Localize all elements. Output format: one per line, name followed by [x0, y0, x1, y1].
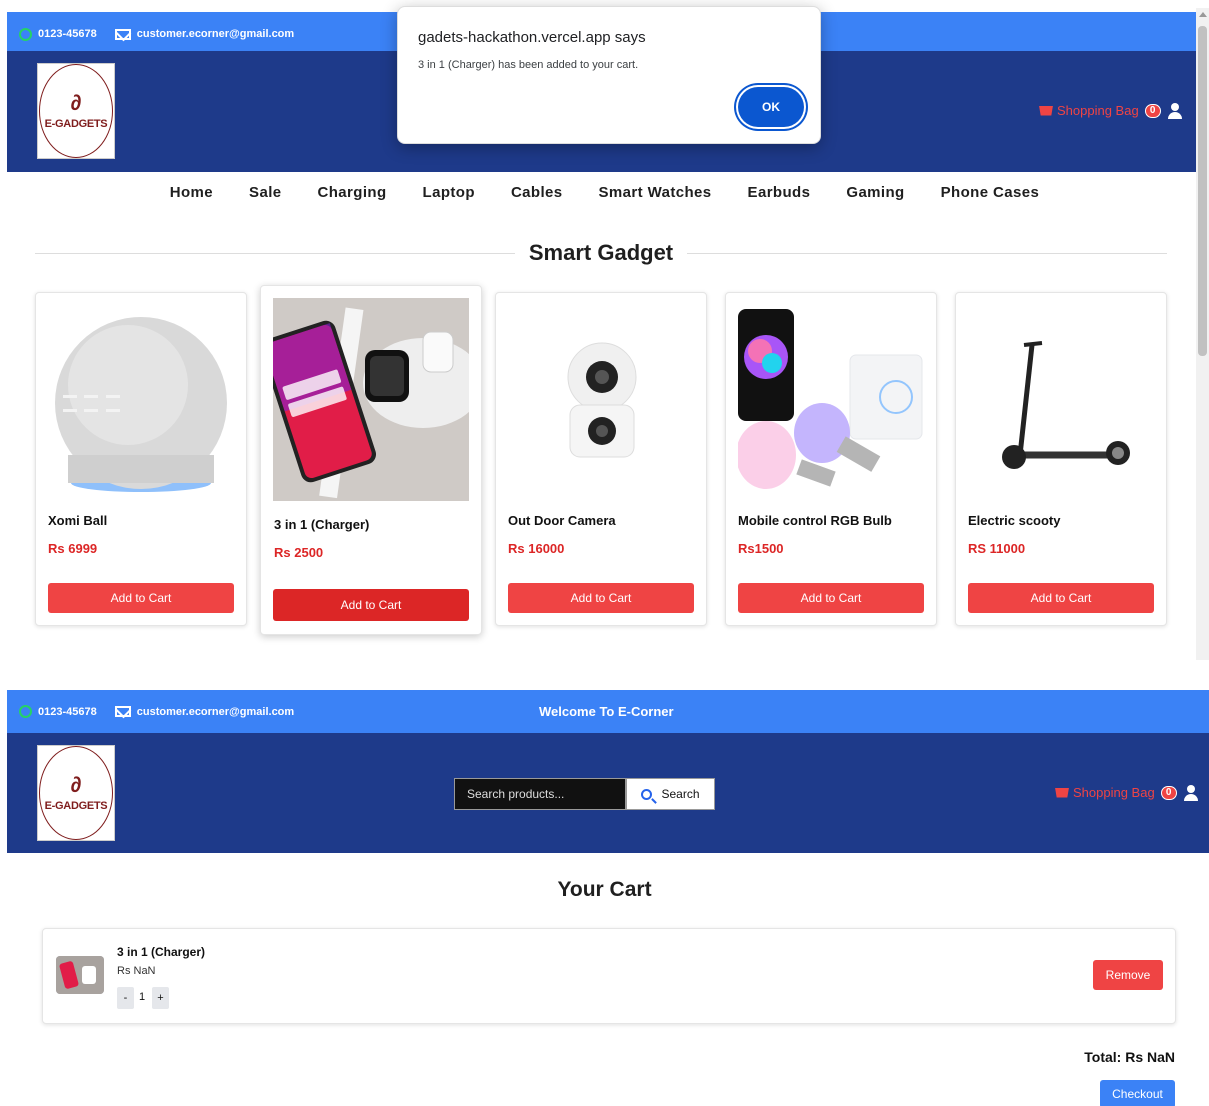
- product-image-camera[interactable]: [508, 305, 695, 500]
- product-price: Rs1500: [738, 541, 784, 556]
- nav-gaming[interactable]: Gaming: [846, 184, 904, 201]
- product-name[interactable]: 3 in 1 (Charger): [274, 517, 369, 532]
- dialog-message: 3 in 1 (Charger) has been added to your …: [418, 59, 639, 71]
- contact-phone: 0123-45678: [19, 705, 115, 718]
- product-card[interactable]: Mobile control RGB Bulb Rs1500 Add to Ca…: [725, 292, 937, 626]
- camera-illustration: [567, 342, 637, 458]
- nav-earbuds[interactable]: Earbuds: [748, 184, 811, 201]
- qty-decrease-button[interactable]: -: [117, 987, 134, 1009]
- logo-mark-icon: ∂: [70, 772, 82, 797]
- cart-item-thumbnail: [56, 956, 104, 994]
- scooter-illustration: [1002, 341, 1130, 469]
- divider: [35, 252, 515, 254]
- mail-icon: [114, 28, 131, 40]
- cart-item-name: 3 in 1 (Charger): [117, 945, 206, 959]
- shopping-bag-link[interactable]: Shopping Bag 0: [1039, 103, 1161, 118]
- cart-icon: [1055, 787, 1069, 798]
- top-contact-bar: 0123-45678 customer.ecorner@gmail.com We…: [7, 690, 1209, 733]
- cart-title: Your Cart: [557, 878, 652, 901]
- nav-phone-cases[interactable]: Phone Cases: [941, 184, 1040, 201]
- qty-value: 1: [139, 991, 146, 1003]
- contact-email: customer.ecorner@gmail.com: [114, 706, 312, 718]
- search-button[interactable]: Search: [626, 778, 715, 810]
- search-icon: [641, 788, 653, 800]
- product-page-screenshot: 0123-45678 customer.ecorner@gmail.com ∂ …: [0, 0, 1209, 660]
- rgb-bulb-illustration: [738, 309, 923, 489]
- product-price: Rs 6999: [48, 541, 98, 556]
- cart-item-price: Rs NaN: [117, 965, 156, 977]
- bag-count-badge: 0: [1144, 103, 1161, 118]
- contact-phone: 0123-45678: [19, 27, 115, 41]
- checkout-button[interactable]: Checkout: [1100, 1080, 1175, 1106]
- product-image-rgb-bulb[interactable]: [738, 305, 925, 500]
- product-card[interactable]: 3 in 1 (Charger) Rs 2500 Add to Cart: [260, 285, 482, 635]
- user-icon[interactable]: [1168, 103, 1182, 119]
- whatsapp-icon: [19, 27, 32, 41]
- cart-total: Total: Rs NaN: [1084, 1049, 1175, 1065]
- category-nav: Home Sale Charging Laptop Cables Smart W…: [0, 184, 1209, 201]
- contact-email: customer.ecorner@gmail.com: [114, 28, 312, 40]
- nav-laptop[interactable]: Laptop: [423, 184, 475, 201]
- user-icon[interactable]: [1184, 785, 1198, 801]
- page-scrollbar[interactable]: [1196, 8, 1209, 660]
- add-to-cart-button[interactable]: Add to Cart: [273, 589, 469, 621]
- remove-button[interactable]: Remove: [1093, 960, 1163, 990]
- welcome-message: Welcome To E-Corner: [539, 704, 674, 719]
- product-price: Rs 16000: [508, 541, 565, 556]
- qty-increase-button[interactable]: +: [152, 987, 169, 1009]
- product-card[interactable]: Electric scooty RS 11000 Add to Cart: [955, 292, 1167, 626]
- product-card[interactable]: Out Door Camera Rs 16000 Add to Cart: [495, 292, 707, 626]
- section-heading: Smart Gadget: [35, 240, 1168, 266]
- product-name[interactable]: Out Door Camera: [508, 513, 616, 528]
- cart-page-screenshot: 0123-45678 customer.ecorner@gmail.com We…: [0, 660, 1209, 1106]
- alert-dialog: gadets-hackathon.vercel.app says 3 in 1 …: [397, 6, 821, 144]
- nav-cables[interactable]: Cables: [511, 184, 563, 201]
- cart-item: 3 in 1 (Charger) Rs NaN - 1 + Remove: [42, 928, 1176, 1024]
- main-header: ∂ E-GADGETS Search products... Search Sh…: [7, 733, 1209, 853]
- brand-logo[interactable]: ∂ E-GADGETS: [37, 745, 115, 841]
- product-price: RS 11000: [968, 541, 1026, 556]
- nav-smart-watches[interactable]: Smart Watches: [599, 184, 712, 201]
- product-image-xomi-ball[interactable]: [48, 305, 235, 500]
- divider: [687, 252, 1168, 254]
- product-image-charger[interactable]: [273, 298, 469, 501]
- add-to-cart-button[interactable]: Add to Cart: [968, 583, 1154, 613]
- charger-illustration: [273, 307, 469, 499]
- whatsapp-icon: [19, 705, 32, 718]
- brand-logo[interactable]: ∂ E-GADGETS: [37, 63, 115, 159]
- dialog-title: gadets-hackathon.vercel.app says: [418, 29, 646, 46]
- bag-count-badge: 0: [1160, 785, 1177, 800]
- nav-charging[interactable]: Charging: [318, 184, 387, 201]
- product-price: Rs 2500: [274, 545, 324, 560]
- section-title: Smart Gadget: [528, 240, 674, 265]
- nav-home[interactable]: Home: [170, 184, 213, 201]
- add-to-cart-button[interactable]: Add to Cart: [48, 583, 234, 613]
- product-name[interactable]: Mobile control RGB Bulb: [738, 513, 892, 528]
- scroll-up-icon[interactable]: [1199, 12, 1207, 17]
- product-name[interactable]: Xomi Ball: [48, 513, 107, 528]
- smart-speaker-illustration: [55, 317, 227, 492]
- mail-icon: [114, 706, 131, 717]
- add-to-cart-button[interactable]: Add to Cart: [508, 583, 694, 613]
- logo-mark-icon: ∂: [70, 90, 82, 115]
- cart-icon: [1039, 105, 1053, 116]
- scrollbar-thumb[interactable]: [1198, 26, 1207, 356]
- product-image-scooter[interactable]: [968, 305, 1155, 500]
- product-name[interactable]: Electric scooty: [968, 513, 1061, 528]
- ok-button[interactable]: OK: [738, 87, 804, 127]
- product-card[interactable]: Xomi Ball Rs 6999 Add to Cart: [35, 292, 247, 626]
- shopping-bag-link[interactable]: Shopping Bag 0: [1055, 785, 1177, 800]
- nav-sale[interactable]: Sale: [249, 184, 281, 201]
- search-input[interactable]: Search products...: [454, 778, 626, 810]
- add-to-cart-button[interactable]: Add to Cart: [738, 583, 924, 613]
